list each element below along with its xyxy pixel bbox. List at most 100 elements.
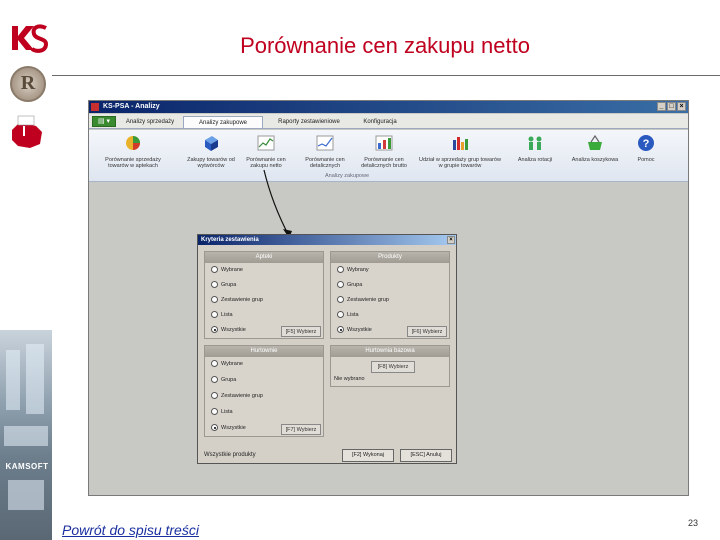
- cube-icon: [205, 136, 218, 151]
- radio-button[interactable]: [211, 266, 218, 273]
- execute-button[interactable]: [F2] Wykonaj: [342, 449, 394, 462]
- registered-seal-logo: R: [10, 66, 46, 102]
- tab-analizy-sprzedazy[interactable]: Analizy sprzedaży: [120, 116, 180, 128]
- line-chart-icon: [257, 135, 275, 151]
- hurtownia-bazowa-header: Hurtownia bazowa: [331, 346, 449, 357]
- hurtownie-option-wszystkie[interactable]: Wszystkie: [211, 424, 246, 431]
- radio-button-selected[interactable]: [337, 326, 344, 333]
- help-icon: ?: [638, 135, 654, 151]
- ribbon-toolbar: Porównanie sprzedaży towarów w aptekach …: [89, 130, 688, 182]
- back-to-contents-link[interactable]: Powrót do spisu treści: [62, 522, 199, 538]
- apteki-option-lista[interactable]: Lista: [211, 311, 233, 318]
- radio-button[interactable]: [211, 376, 218, 383]
- produkty-panel: Produkty Wybrany Grupa Zestawienie grup …: [330, 251, 450, 339]
- office-building-photo: [0, 330, 52, 540]
- apteki-option-wybrane[interactable]: Wybrane: [211, 266, 243, 273]
- ribbon-label: Udział w sprzedaży grup towarów w grupie…: [419, 157, 501, 169]
- radio-button-selected[interactable]: [211, 424, 218, 431]
- apteki-option-grupa[interactable]: Grupa: [211, 281, 236, 288]
- hurtownie-select-button[interactable]: [F7] Wybierz: [281, 424, 321, 435]
- dialog-title-bar: Kryteria zestawienia ×: [198, 235, 456, 245]
- ribbon-label: Pomoc: [637, 157, 655, 163]
- slide: R KAMSOFT Porównanie cen zakupu netto KS…: [0, 0, 720, 540]
- radio-button[interactable]: [211, 360, 218, 367]
- radio-button[interactable]: [337, 296, 344, 303]
- radio-button[interactable]: [211, 392, 218, 399]
- close-button[interactable]: ×: [677, 102, 686, 111]
- line-chart-icon: [316, 135, 334, 151]
- ribbon-label: Porównanie cen detalicznych brutto: [361, 157, 407, 169]
- app-title-bar: KS-PSA - Analizy _ □ ×: [89, 101, 688, 113]
- apteki-option-zestawienie-grup[interactable]: Zestawienie grup: [211, 296, 263, 303]
- apteki-option-wszystkie[interactable]: Wszystkie: [211, 326, 246, 333]
- hurtownie-option-grupa[interactable]: Grupa: [211, 376, 236, 383]
- ribbon-btn-pomoc[interactable]: ? Pomoc: [633, 134, 659, 163]
- ribbon-btn-udzial-grup-towarow[interactable]: Udział w sprzedaży grup towarów w grupie…: [419, 134, 501, 169]
- hurtownia-bazowa-select-button[interactable]: [F8] Wybierz: [371, 361, 415, 373]
- apteki-header: Apteki: [205, 252, 323, 263]
- page-number: 23: [688, 518, 699, 528]
- produkty-option-wszystkie[interactable]: Wszystkie: [337, 326, 372, 333]
- ribbon-btn-ceny-detaliczne-brutto[interactable]: Porównanie cen detalicznych brutto: [357, 134, 411, 169]
- bar-chart-icon: [453, 137, 468, 150]
- radio-button-selected[interactable]: [211, 326, 218, 333]
- app-title: KS-PSA - Analizy: [103, 103, 160, 110]
- app-menu-button[interactable]: ▤ ▾: [92, 116, 116, 127]
- criteria-dialog: Kryteria zestawienia × Apteki Wybrane Gr…: [197, 234, 457, 464]
- tab-konfiguracja[interactable]: Konfiguracja: [355, 116, 405, 128]
- maximize-button[interactable]: □: [667, 102, 676, 111]
- dialog-title: Kryteria zestawienia: [201, 237, 259, 243]
- people-icon: [528, 136, 542, 150]
- radio-button[interactable]: [337, 311, 344, 318]
- ribbon-label: Zakupy towarów od wytwórców: [187, 157, 235, 169]
- radio-button[interactable]: [337, 266, 344, 273]
- hurtownie-option-lista[interactable]: Lista: [211, 408, 233, 415]
- ribbon-group-label: Analizy zakupowe: [325, 173, 370, 179]
- slide-title: Porównanie cen zakupu netto: [240, 33, 530, 58]
- tab-raporty-zestawieniowe[interactable]: Raporty zestawieniowe: [269, 116, 349, 128]
- radio-button[interactable]: [211, 408, 218, 415]
- minimize-button[interactable]: _: [657, 102, 666, 111]
- brand-sidebar: R KAMSOFT: [0, 0, 52, 540]
- radio-button[interactable]: [211, 296, 218, 303]
- hurtownie-panel: Hurtownie Wybrane Grupa Zestawienie grup…: [204, 345, 324, 437]
- hurtownie-option-zestawienie-grup[interactable]: Zestawienie grup: [211, 392, 263, 399]
- title-divider: [52, 75, 720, 76]
- radio-button[interactable]: [337, 281, 344, 288]
- produkty-select-button[interactable]: [F6] Wybierz: [407, 326, 447, 337]
- produkty-option-lista[interactable]: Lista: [337, 311, 359, 318]
- poland-map-logo: [12, 115, 42, 148]
- bar-chart-icon: [375, 135, 393, 151]
- ribbon-tabs: ▤ ▾ Analizy sprzedaży Analizy zakupowe R…: [89, 114, 688, 129]
- dialog-close-button[interactable]: ×: [447, 236, 455, 244]
- ribbon-label: Analiza koszykowa: [571, 157, 619, 163]
- cancel-button[interactable]: [ESC] Anuluj: [400, 449, 452, 462]
- dialog-status-label: Wszystkie produkty: [204, 452, 256, 458]
- produkty-option-wybrany[interactable]: Wybrany: [337, 266, 369, 273]
- ribbon-label: Porównanie cen detalicznych: [305, 157, 345, 169]
- radio-button[interactable]: [211, 311, 218, 318]
- app-icon: [91, 103, 99, 111]
- ribbon-btn-ceny-zakupu-netto[interactable]: Porównanie cen zakupu netto: [243, 134, 289, 169]
- svg-text:?: ?: [643, 138, 650, 150]
- kamsoft-label: KAMSOFT: [5, 462, 49, 471]
- ribbon-btn-sprzedaz-w-aptekach[interactable]: Porównanie sprzedaży towarów w aptekach: [95, 134, 171, 169]
- apteki-select-button[interactable]: [F5] Wybierz: [281, 326, 321, 337]
- hurtownia-bazowa-panel: Hurtownia bazowa [F8] Wybierz Nie wybran…: [330, 345, 450, 387]
- apteki-panel: Apteki Wybrane Grupa Zestawienie grup Li…: [204, 251, 324, 339]
- ribbon-btn-analiza-rotacji[interactable]: Analiza rotacji: [507, 134, 563, 163]
- hurtownie-header: Hurtownie: [205, 346, 323, 357]
- ribbon-btn-analiza-koszykowa[interactable]: Analiza koszykowa: [565, 134, 625, 163]
- produkty-option-zestawienie-grup[interactable]: Zestawienie grup: [337, 296, 389, 303]
- basket-icon: [588, 134, 602, 150]
- ribbon-btn-zakupy-od-wytworcow[interactable]: Zakupy towarów od wytwórców: [181, 134, 241, 169]
- tab-analizy-zakupowe[interactable]: Analizy zakupowe: [183, 116, 263, 128]
- produkty-header: Produkty: [331, 252, 449, 263]
- ribbon-label: Porównanie cen zakupu netto: [246, 157, 286, 169]
- produkty-option-grupa[interactable]: Grupa: [337, 281, 362, 288]
- pie-chart-icon: [126, 136, 140, 150]
- ribbon-btn-ceny-detaliczne[interactable]: Porównanie cen detalicznych: [303, 134, 347, 169]
- radio-button[interactable]: [211, 281, 218, 288]
- hurtownie-option-wybrane[interactable]: Wybrane: [211, 360, 243, 367]
- ribbon-label: Analiza rotacji: [517, 157, 553, 163]
